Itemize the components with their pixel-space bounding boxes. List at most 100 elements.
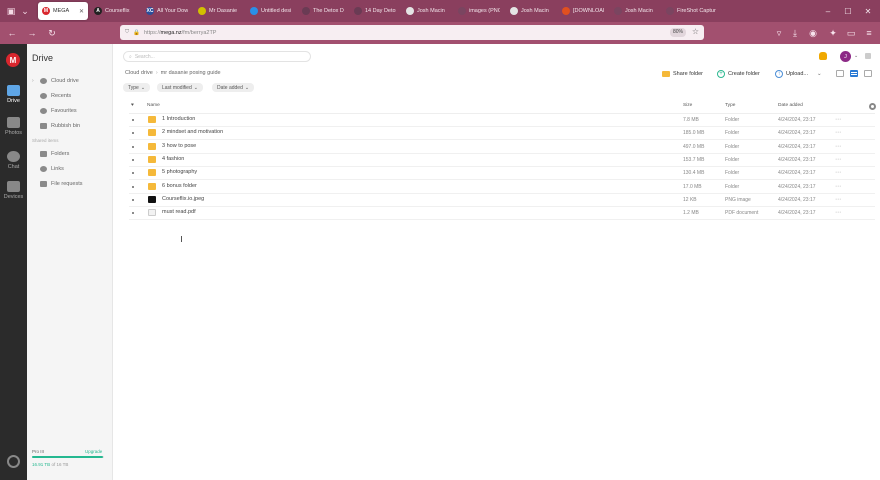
favourite-toggle-icon[interactable]	[132, 198, 134, 201]
favourite-toggle-icon[interactable]	[132, 172, 134, 175]
tab-list-icon[interactable]: ⌄	[18, 4, 32, 18]
downloads-icon[interactable]: ⤓	[788, 26, 802, 40]
file-name[interactable]: must read.pdf	[162, 209, 196, 215]
breadcrumb-root[interactable]: Cloud drive	[125, 70, 153, 76]
column-type[interactable]: Type	[725, 103, 735, 108]
column-name[interactable]: Name	[147, 103, 160, 108]
more-options-icon[interactable]: ⋯	[835, 209, 841, 216]
forward-icon[interactable]: →	[25, 26, 39, 40]
sidebar-item-favourites[interactable]: Favourites	[32, 105, 77, 116]
tab-item[interactable]: [DOWNLOAD	[558, 2, 608, 20]
more-options-icon[interactable]: ⋯	[835, 183, 841, 190]
file-name[interactable]: 1 Introduction	[162, 116, 195, 122]
table-row[interactable]: 3 how to pose 497.0 MB Folder 4/24/2024, 23…	[129, 141, 875, 154]
upgrade-link[interactable]: Upgrade	[85, 449, 102, 454]
favourite-toggle-icon[interactable]	[132, 158, 134, 161]
rail-drive[interactable]: Drive	[0, 80, 27, 108]
rail-devices[interactable]: Devices	[0, 176, 27, 204]
table-row[interactable]: 5 photography 130.4 MB Folder 4/24/2024, 23…	[129, 167, 875, 181]
file-name[interactable]: Courseflix.io.jpeg	[162, 196, 204, 202]
table-row[interactable]: 1 Introduction 7.8 MB Folder 4/24/2024, 23:…	[129, 114, 875, 127]
favourite-toggle-icon[interactable]	[132, 132, 134, 135]
file-name[interactable]: 3 how to pose	[162, 143, 196, 149]
tab-item[interactable]: FireShot Captur	[662, 2, 722, 20]
list-view-icon[interactable]	[850, 70, 858, 77]
tab-item[interactable]: images (PNG Imag	[454, 2, 504, 20]
column-size[interactable]: Size	[683, 103, 692, 108]
sidebar-item-folders[interactable]: Folders	[32, 148, 69, 159]
tab-item[interactable]: Josh Macin	[402, 2, 452, 20]
media-view-icon[interactable]	[836, 70, 844, 77]
maximize-icon[interactable]: ☐	[838, 0, 858, 22]
minimize-icon[interactable]: –	[818, 0, 838, 22]
file-name[interactable]: 2 mindset and motivation	[162, 129, 223, 135]
more-options-icon[interactable]: ⋯	[835, 196, 841, 203]
upload-button[interactable]: ↑ Upload... ⌄	[775, 69, 822, 79]
zoom-level[interactable]: 80%	[669, 28, 686, 37]
column-date-added[interactable]: Date added	[778, 103, 803, 108]
favourite-toggle-icon[interactable]	[132, 185, 134, 188]
file-name[interactable]: 6 bonus folder	[162, 183, 197, 189]
tab-item[interactable]: M MEGA ✕	[38, 2, 88, 20]
sidebar-item-links[interactable]: Links	[32, 163, 64, 174]
more-options-icon[interactable]: ⋯	[835, 156, 841, 163]
create-folder-button[interactable]: + Create folder	[717, 69, 760, 79]
filter-date-added[interactable]: Date added ⌄	[212, 83, 255, 92]
tab-item[interactable]: 14 Day Detoxflix	[350, 2, 400, 20]
favourite-toggle-icon[interactable]	[132, 212, 134, 215]
extensions-icon[interactable]: ✦	[826, 26, 840, 40]
tab-item[interactable]: XC All Your Dow	[142, 2, 192, 20]
more-options-icon[interactable]: ⋯	[835, 169, 841, 176]
close-window-icon[interactable]: ✕	[858, 0, 878, 22]
avatar[interactable]: J	[840, 51, 851, 62]
reload-icon[interactable]: ↻	[45, 26, 59, 40]
breadcrumb-current[interactable]: mr dasanie posing guide	[161, 70, 221, 76]
search-input[interactable]: ⌕ Search...	[123, 51, 311, 62]
sidebar-item-rubbish-bin[interactable]: Rubbish bin	[32, 120, 80, 131]
rail-chat[interactable]: Chat	[0, 146, 27, 174]
back-icon[interactable]: ←	[5, 26, 19, 40]
bookmark-star-icon[interactable]: ☆	[692, 27, 699, 36]
mega-logo[interactable]: M	[6, 53, 20, 67]
expand-caret-icon[interactable]: ›	[32, 78, 36, 84]
apps-icon[interactable]	[865, 53, 871, 59]
chevron-down-icon[interactable]: ⌄	[854, 53, 858, 59]
column-settings-gear-icon[interactable]	[869, 103, 876, 110]
tab-close-icon[interactable]: ✕	[79, 8, 84, 15]
tab-item[interactable]: Untitled desi	[246, 2, 296, 20]
favourite-column-heart-icon[interactable]: ♥	[131, 103, 134, 108]
sidebar-item-cloud-drive[interactable]: › Cloud drive	[32, 75, 79, 86]
table-row[interactable]: 2 mindset and motivation 185.0 MB Folder 4/…	[129, 127, 875, 141]
tab-item[interactable]: Mr Dasanie	[194, 2, 244, 20]
grid-view-icon[interactable]	[864, 70, 872, 77]
tab-item[interactable]: Josh Macin	[610, 2, 660, 20]
favourite-toggle-icon[interactable]	[132, 145, 134, 148]
table-row[interactable]: Courseflix.io.jpeg 12 KB PNG image 4/24/202…	[129, 194, 875, 207]
rail-photos[interactable]: Photos	[0, 112, 27, 140]
share-folder-button[interactable]: Share folder	[662, 69, 703, 79]
sidebar-item-recents[interactable]: Recents	[32, 90, 71, 101]
more-options-icon[interactable]: ⋯	[835, 116, 841, 123]
address-bar[interactable]: ⛉ 🔒 https://mega.nz/fm/berrya2TP 80% ☆	[120, 25, 704, 40]
notifications-bell-icon[interactable]	[819, 52, 827, 60]
filter-type[interactable]: Type ⌄	[123, 83, 151, 92]
pocket-icon[interactable]: ▿	[772, 26, 786, 40]
transfer-manager-icon[interactable]	[7, 455, 20, 468]
table-row[interactable]: 4 fashion 153.7 MB Folder 4/24/2024, 23:17 ⋯	[129, 154, 875, 167]
sidebar-item-file-requests[interactable]: File requests	[32, 178, 83, 189]
file-name[interactable]: 4 fashion	[162, 156, 184, 162]
sidebar-icon[interactable]: ▭	[844, 26, 858, 40]
tab-item[interactable]: A Courseflix	[90, 2, 140, 20]
tab-overview-icon[interactable]: ▣	[4, 4, 18, 18]
filter-last-modified[interactable]: Last modified ⌄	[157, 83, 203, 92]
table-row[interactable]: must read.pdf 1.2 MB PDF document 4/24/2024…	[129, 207, 875, 221]
tab-item[interactable]: Josh Macin	[506, 2, 556, 20]
more-options-icon[interactable]: ⋯	[835, 129, 841, 136]
table-row[interactable]: 6 bonus folder 17.0 MB Folder 4/24/2024, 23…	[129, 181, 875, 194]
file-name[interactable]: 5 photography	[162, 169, 197, 175]
more-options-icon[interactable]: ⋯	[835, 143, 841, 150]
account-icon[interactable]: ◉	[806, 26, 820, 40]
menu-icon[interactable]: ≡	[862, 26, 876, 40]
favourite-toggle-icon[interactable]	[132, 119, 134, 121]
tab-item[interactable]: The Detox D	[298, 2, 348, 20]
